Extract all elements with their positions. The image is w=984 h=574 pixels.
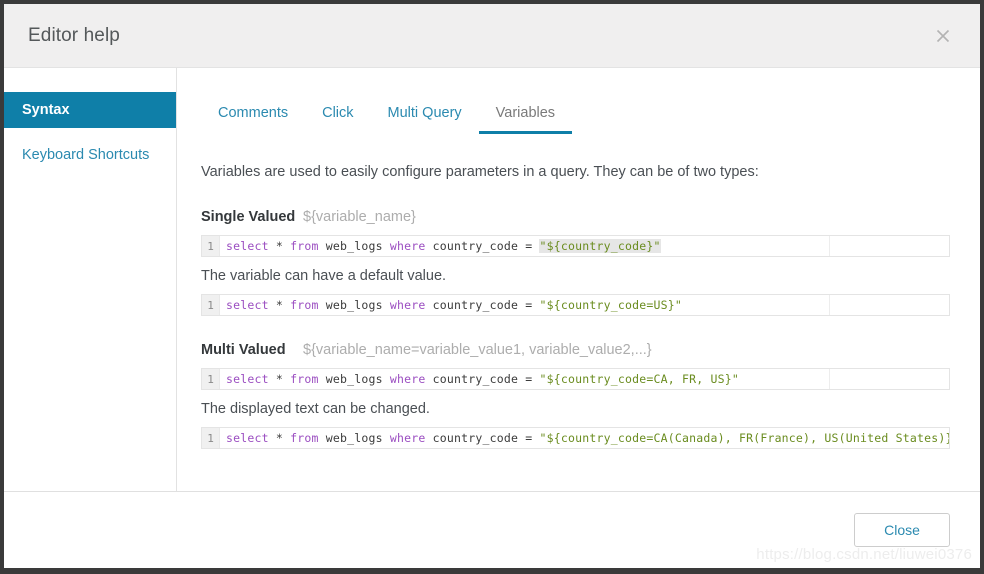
print-margin (829, 236, 830, 257)
editor-help-dialog: Editor help Syntax Keyboard Shortcuts Co… (4, 4, 980, 568)
code-block-single[interactable]: 1 select * from web_logs where country_c… (201, 235, 950, 258)
single-valued-row: Single Valued ${variable_name} (201, 209, 950, 225)
sql-star: * (268, 239, 291, 254)
sidebar: Syntax Keyboard Shortcuts (4, 68, 176, 491)
code-block-display-text[interactable]: 1 select * from web_logs where country_c… (201, 427, 950, 450)
code-line: select * from web_logs where country_cod… (220, 236, 949, 256)
multi-valued-note: The displayed text can be changed. (201, 401, 430, 418)
sidebar-item-label: Keyboard Shortcuts (22, 147, 150, 163)
tab-variables[interactable]: Variables (478, 104, 573, 134)
dialog-footer: Close https://blog.csdn.net/liuwei0376 (4, 492, 980, 568)
sql-star: * (268, 431, 291, 446)
code-block-default-value[interactable]: 1 select * from web_logs where country_c… (201, 294, 950, 317)
sql-star: * (268, 298, 291, 313)
sql-keyword: where (389, 431, 426, 446)
sql-keyword: from (290, 239, 319, 254)
line-number: 1 (202, 295, 220, 316)
sql-table: web_logs (318, 431, 390, 446)
line-number: 1 (202, 369, 220, 390)
sql-keyword: from (290, 431, 319, 446)
sql-keyword: from (290, 298, 319, 313)
tab-click[interactable]: Click (305, 104, 370, 135)
sql-string: "${country_code=US}" (539, 298, 682, 313)
tab-label: Comments (218, 104, 289, 121)
sql-star: * (268, 372, 291, 387)
intro-text: Variables are used to easily configure p… (201, 164, 759, 180)
code-block-multi[interactable]: 1 select * from web_logs where country_c… (201, 368, 950, 391)
sql-keyword: select (226, 431, 269, 446)
multi-valued-label: Multi Valued (201, 342, 286, 359)
sql-string: "${country_code}" (539, 239, 661, 254)
sql-string: "${country_code=CA(Canada), FR(France), … (539, 431, 950, 446)
watermark: https://blog.csdn.net/liuwei0376 (756, 546, 972, 563)
code-line: select * from web_logs where country_cod… (220, 295, 949, 315)
content-panel: Comments Click Multi Query Variables Var… (176, 68, 980, 491)
close-button[interactable]: Close (854, 513, 950, 547)
sql-expression: country_code = (425, 298, 540, 313)
tab-bar: Comments Click Multi Query Variables (201, 92, 950, 134)
sql-table: web_logs (318, 372, 390, 387)
sql-expression: country_code = (425, 239, 540, 254)
line-number: 1 (202, 236, 220, 257)
sql-expression: country_code = (425, 431, 540, 446)
sql-expression: country_code = (425, 372, 540, 387)
sql-keyword: where (389, 372, 426, 387)
close-icon[interactable] (928, 21, 958, 51)
sql-string: "${country_code=CA, FR, US}" (539, 372, 739, 387)
multi-valued-syntax: ${variable_name=variable_value1, variabl… (303, 342, 652, 359)
line-number: 1 (202, 428, 220, 449)
tab-label: Variables (495, 104, 556, 121)
dialog-header: Editor help (4, 4, 980, 68)
sql-keyword: from (290, 372, 319, 387)
single-valued-note: The variable can have a default value. (201, 268, 447, 285)
multi-valued-row: Multi Valued ${variable_name=variable_va… (201, 342, 950, 358)
sql-keyword: where (389, 298, 426, 313)
tab-label: Multi Query (387, 104, 462, 121)
code-line: select * from web_logs where country_cod… (220, 369, 949, 389)
sidebar-item-syntax[interactable]: Syntax (4, 92, 176, 128)
print-margin (829, 369, 830, 390)
sql-keyword: select (226, 372, 269, 387)
sql-keyword: select (226, 298, 269, 313)
sidebar-item-keyboard-shortcuts[interactable]: Keyboard Shortcuts (4, 137, 176, 173)
code-line: select * from web_logs where country_cod… (220, 428, 950, 448)
tab-multi-query[interactable]: Multi Query (371, 104, 479, 135)
page-title: Editor help (28, 24, 120, 46)
single-valued-label: Single Valued (201, 209, 296, 226)
single-valued-syntax: ${variable_name} (303, 209, 416, 226)
dialog-body: Syntax Keyboard Shortcuts Comments Click… (4, 68, 980, 492)
sidebar-item-label: Syntax (22, 102, 70, 118)
sql-keyword: select (226, 239, 269, 254)
tab-comments[interactable]: Comments (201, 104, 305, 135)
sql-table: web_logs (318, 298, 390, 313)
sql-table: web_logs (318, 239, 390, 254)
tab-label: Click (322, 104, 354, 121)
print-margin (829, 295, 830, 316)
sql-keyword: where (389, 239, 426, 254)
